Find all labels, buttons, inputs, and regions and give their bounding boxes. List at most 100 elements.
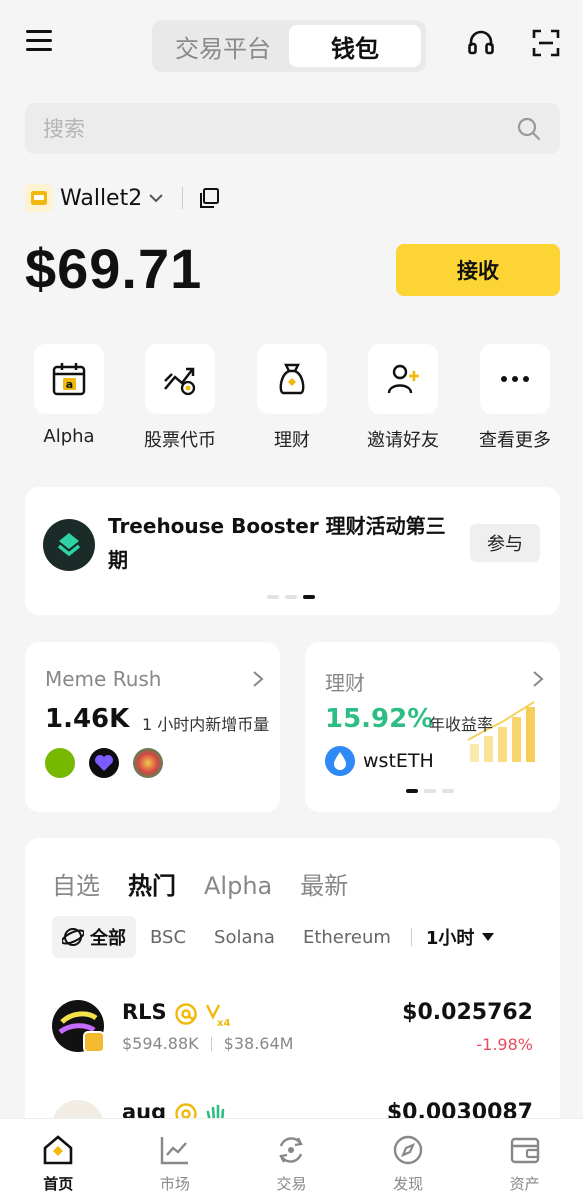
wallet-name: Wallet2 bbox=[60, 185, 143, 211]
assets-wallet-icon bbox=[510, 1137, 539, 1164]
trade-swap-icon bbox=[279, 1137, 304, 1163]
caret-down-icon bbox=[482, 933, 495, 941]
tab-markets[interactable]: 市场 bbox=[117, 1119, 234, 1200]
carousel-dot bbox=[442, 789, 454, 793]
more-dots-icon bbox=[501, 376, 529, 382]
tab-label: 市场 bbox=[159, 1175, 190, 1193]
quick-action-label: 理财 bbox=[274, 430, 310, 451]
chip-all[interactable]: 全部 bbox=[52, 916, 136, 958]
nvidia-token-icon bbox=[45, 748, 75, 778]
tab-label: 发现 bbox=[393, 1175, 424, 1193]
token-stats: $594.88K $38.64M bbox=[122, 1034, 293, 1053]
meme-token-icon bbox=[133, 748, 163, 778]
menu-icon[interactable] bbox=[26, 30, 52, 56]
wallet-balance: $69.71 bbox=[25, 237, 203, 300]
market-panel: 自选 热门 Alpha 最新 全部 BSC Solana Ethereum 1小… bbox=[25, 838, 560, 1152]
tab-label: 交易 bbox=[276, 1175, 307, 1193]
wallet-selector[interactable]: Wallet2 bbox=[25, 180, 221, 216]
treehouse-logo-icon bbox=[43, 519, 95, 571]
bnb-chain-icon bbox=[83, 1031, 105, 1053]
tab-discover[interactable]: 发现 bbox=[350, 1119, 467, 1200]
tab-assets[interactable]: 资产 bbox=[466, 1119, 583, 1200]
scan-icon[interactable] bbox=[531, 28, 561, 58]
meme-count: 1.46K bbox=[45, 704, 130, 734]
chip-label: 全部 bbox=[90, 928, 126, 949]
promo-title: Treehouse Booster 理财活动第三期 bbox=[108, 514, 446, 572]
discover-compass-icon bbox=[393, 1135, 423, 1165]
timeframe-label: 1小时 bbox=[425, 928, 475, 949]
quick-action-more[interactable]: 查看更多 bbox=[460, 344, 570, 452]
quick-action-label: 邀请好友 bbox=[367, 430, 439, 451]
carousel-indicator bbox=[267, 595, 315, 599]
meme-token-icons bbox=[45, 748, 163, 778]
market-tabs: 自选 热门 Alpha 最新 bbox=[52, 866, 348, 901]
search-bar[interactable] bbox=[25, 103, 560, 154]
quick-action-label: Alpha bbox=[43, 426, 95, 447]
headset-icon[interactable] bbox=[466, 28, 496, 58]
chevron-down-icon[interactable] bbox=[148, 193, 164, 203]
quick-action-earn[interactable]: 理财 bbox=[237, 344, 347, 452]
mode-switch: 交易平台 钱包 bbox=[152, 20, 426, 72]
tab-home[interactable]: 首页 bbox=[0, 1119, 117, 1200]
multiplier-badge-icon: x4 bbox=[205, 1004, 230, 1028]
meme-rush-card[interactable]: Meme Rush 1.46K 1 小时内新增币量 bbox=[25, 642, 280, 812]
chevron-right-icon[interactable] bbox=[532, 670, 544, 688]
stock-token-icon bbox=[164, 367, 196, 396]
card-title: 理财 bbox=[325, 671, 365, 695]
quick-action-alpha[interactable]: a Alpha bbox=[14, 344, 124, 447]
at-mention-icon bbox=[175, 1003, 197, 1025]
tab-wallet[interactable]: 钱包 bbox=[289, 25, 421, 67]
token-market-cap: $594.88K bbox=[122, 1034, 199, 1053]
earn-apy: 15.92% bbox=[325, 704, 434, 734]
alpha-calendar-icon: a bbox=[52, 363, 86, 396]
tab-label: 首页 bbox=[43, 1175, 74, 1193]
heart-token-icon bbox=[89, 748, 119, 778]
earn-bag-icon bbox=[279, 363, 305, 395]
earn-token: wstETH bbox=[325, 746, 434, 776]
carousel-dot bbox=[285, 595, 297, 599]
token-tags: x4 bbox=[174, 1002, 232, 1028]
invite-user-icon bbox=[387, 364, 419, 394]
token-price: $0.025762 bbox=[402, 1000, 533, 1025]
join-button[interactable]: 参与 bbox=[470, 524, 540, 562]
chip-bsc[interactable]: BSC bbox=[136, 916, 200, 958]
bottom-tab-bar: 首页 市场 交易 发现 资产 bbox=[0, 1118, 583, 1200]
token-volume: $38.64M bbox=[223, 1034, 294, 1053]
receive-button[interactable]: 接收 bbox=[396, 244, 560, 296]
tab-label: 资产 bbox=[509, 1175, 540, 1193]
search-icon[interactable] bbox=[516, 116, 542, 142]
divider bbox=[410, 928, 412, 946]
market-chart-icon bbox=[160, 1137, 188, 1165]
chip-solana[interactable]: Solana bbox=[200, 916, 289, 958]
tab-alpha[interactable]: Alpha bbox=[204, 872, 272, 900]
timeframe-select[interactable]: 1小时 bbox=[418, 924, 495, 950]
search-input[interactable] bbox=[43, 116, 516, 141]
chain-filter: 全部 BSC Solana Ethereum 1小时 bbox=[52, 916, 495, 958]
carousel-dot-active bbox=[303, 595, 315, 599]
earn-token-name: wstETH bbox=[363, 750, 434, 772]
chevron-right-icon[interactable] bbox=[252, 670, 264, 688]
wallet-badge-icon bbox=[25, 184, 53, 212]
copy-icon[interactable] bbox=[197, 186, 221, 210]
tab-hot[interactable]: 热门 bbox=[128, 866, 176, 901]
divider bbox=[210, 1036, 212, 1051]
carousel-dot-active bbox=[406, 789, 418, 793]
quick-action-stock-tokens[interactable]: 股票代币 bbox=[125, 344, 235, 452]
wsteth-token-icon bbox=[325, 746, 355, 776]
tab-newest[interactable]: 最新 bbox=[300, 866, 348, 901]
top-bar: 交易平台 钱包 bbox=[0, 0, 583, 95]
token-symbol: RLS bbox=[122, 1000, 167, 1024]
carousel-dot bbox=[267, 595, 279, 599]
carousel-indicator bbox=[406, 789, 454, 793]
divider bbox=[182, 187, 184, 209]
chip-ethereum[interactable]: Ethereum bbox=[289, 916, 405, 958]
earn-card[interactable]: 理财 15.92% 年收益率 wstETH bbox=[305, 642, 560, 812]
tab-exchange[interactable]: 交易平台 bbox=[157, 25, 289, 67]
tab-watchlist[interactable]: 自选 bbox=[52, 866, 100, 901]
promo-banner[interactable]: Treehouse Booster 理财活动第三期 参与 bbox=[25, 487, 560, 615]
svg-text:x4: x4 bbox=[217, 1018, 230, 1028]
card-title: Meme Rush bbox=[45, 667, 162, 691]
token-row[interactable]: RLS x4 $594.88K $38.64M $0.025762 -1.98% bbox=[52, 1000, 533, 1060]
tab-trade[interactable]: 交易 bbox=[233, 1119, 350, 1200]
quick-action-invite[interactable]: 邀请好友 bbox=[348, 344, 458, 452]
